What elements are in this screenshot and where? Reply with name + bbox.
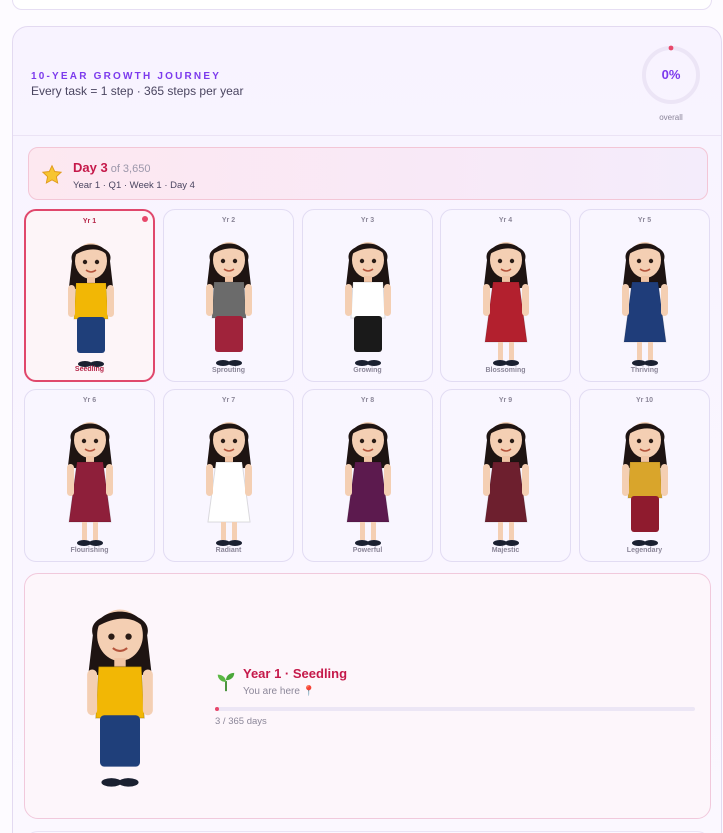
journey-header: 10-YEAR GROWTH JOURNEY Every task = 1 st…	[13, 27, 721, 136]
day-total: of 3,650	[110, 163, 151, 175]
year-avatar	[68, 243, 114, 367]
year-avatar	[622, 242, 668, 366]
journey-subtitle: Every task = 1 step · 365 steps per year	[31, 84, 244, 98]
year-progress-text: 3 / 365 days	[215, 716, 267, 727]
day-title: Day 3 of 3,650	[73, 160, 150, 175]
year-label: Yr 10	[635, 397, 654, 404]
stage-label: Blossoming	[485, 367, 526, 374]
year-label: Yr 4	[498, 217, 513, 224]
previous-card-edge	[12, 0, 712, 10]
day-banner: Day 3 of 3,650 Year 1 · Q1 · Week 1 · Day…	[28, 147, 708, 200]
year-label: Yr 9	[498, 397, 513, 404]
year-tile[interactable]: Yr 8 Powerful	[302, 389, 433, 562]
year-avatar	[345, 242, 391, 366]
stage-label: Radiant	[215, 547, 242, 554]
overall-progress-ring: 0%	[640, 44, 702, 106]
year-progress-fill	[215, 707, 219, 711]
overall-percent: 0%	[661, 67, 681, 82]
current-avatar	[87, 609, 153, 787]
year-avatar	[345, 422, 391, 546]
year-progress-bar	[215, 707, 695, 711]
year-avatar	[483, 422, 529, 546]
growth-journey-card: 10-YEAR GROWTH JOURNEY Every task = 1 st…	[12, 26, 722, 833]
year-label: Yr 6	[82, 397, 97, 404]
star-icon	[41, 164, 63, 184]
journey-title: 10-YEAR GROWTH JOURNEY	[31, 71, 222, 82]
stage-label: Thriving	[630, 367, 659, 374]
overall-label: overall	[659, 113, 683, 122]
year-label: Yr 7	[221, 397, 236, 404]
day-position: Year 1 · Q1 · Week 1 · Day 4	[73, 180, 195, 191]
year-tile[interactable]: Yr 1 Seedling	[24, 209, 155, 382]
current-year-detail: Year 1 · Seedling You are here 📍 3 / 365…	[24, 573, 711, 819]
year-label: Yr 2	[221, 217, 236, 224]
stage-label: Seedling	[74, 366, 105, 373]
year-avatar	[622, 422, 668, 546]
year-label: Yr 5	[637, 217, 652, 224]
year-tile[interactable]: Yr 4 Blossoming	[440, 209, 571, 382]
year-tile[interactable]: Yr 2 Sprouting	[163, 209, 294, 382]
day-number: Day 3	[73, 160, 108, 175]
stage-label: Powerful	[352, 547, 383, 554]
stage-label: Growing	[353, 367, 382, 374]
year-label: Yr 1	[82, 218, 97, 225]
year-avatar	[483, 242, 529, 366]
year-avatar	[206, 242, 252, 366]
year-avatar	[67, 422, 113, 546]
current-year-title: Year 1 · Seedling	[243, 666, 348, 681]
year-label: Yr 8	[360, 397, 375, 404]
stage-label: Flourishing	[70, 547, 109, 554]
sprout-icon	[217, 672, 235, 692]
stage-label: Sprouting	[211, 367, 246, 374]
current-year-subtitle: You are here 📍	[243, 686, 316, 697]
year-label: Yr 3	[360, 217, 375, 224]
year-tile[interactable]: Yr 10 Legendary	[579, 389, 710, 562]
current-marker-dot	[142, 216, 148, 222]
year-tile[interactable]: Yr 9 Majestic	[440, 389, 571, 562]
year-tile[interactable]: Yr 7 Radiant	[163, 389, 294, 562]
stage-label: Majestic	[491, 547, 520, 554]
stage-label: Legendary	[626, 547, 663, 554]
year-avatar	[206, 422, 252, 546]
year-tile[interactable]: Yr 5 Thriving	[579, 209, 710, 382]
year-tile[interactable]: Yr 3 Growing	[302, 209, 433, 382]
year-tile[interactable]: Yr 6 Flourishing	[24, 389, 155, 562]
